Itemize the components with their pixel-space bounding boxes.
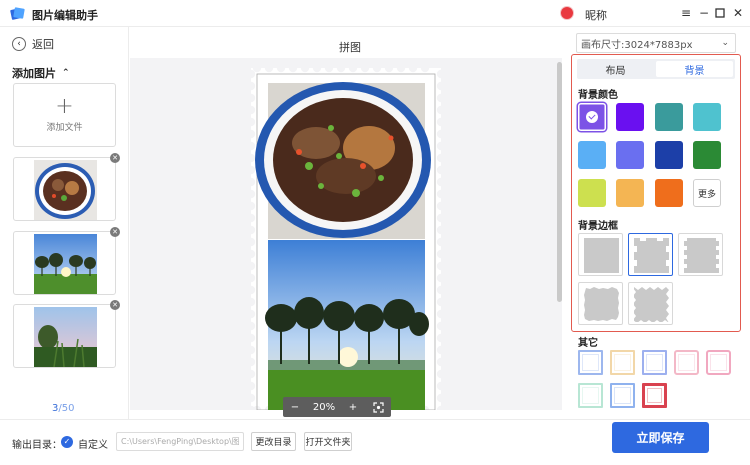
tab-background[interactable]: 背景	[656, 61, 733, 77]
change-dir-button[interactable]: 更改目录	[251, 432, 296, 451]
color-swatch[interactable]	[616, 179, 644, 207]
tab-layout[interactable]: 布局	[577, 59, 654, 79]
panel-divider	[128, 27, 129, 419]
menu-icon[interactable]: ≡	[678, 4, 694, 22]
add-file-label: 添加文件	[46, 123, 83, 133]
zoom-in-button[interactable]: +	[341, 402, 365, 413]
zoom-out-button[interactable]: −	[283, 402, 307, 413]
corn-field-thumbnail	[34, 307, 97, 367]
plus-icon: +	[55, 94, 74, 119]
app-title: 图片编辑助手	[32, 9, 98, 22]
settings-tabs: 布局 背景	[577, 59, 735, 79]
zoom-level: 20%	[312, 401, 336, 413]
remove-thumbnail-icon[interactable]: ✕	[110, 300, 120, 310]
frame-option[interactable]	[610, 350, 635, 375]
close-icon[interactable]: ✕	[730, 4, 746, 22]
chevron-up-icon: ⌃	[62, 68, 70, 78]
sunset-trees-photo	[265, 240, 429, 410]
color-swatch[interactable]	[578, 179, 606, 207]
zoom-toolbar: − 20% +	[283, 397, 391, 417]
open-folder-button[interactable]: 打开文件夹	[304, 432, 352, 451]
bottom-divider	[0, 419, 750, 420]
frame-option[interactable]	[578, 383, 603, 408]
food-bowl-photo	[255, 82, 431, 239]
border-option-rough[interactable]	[578, 282, 623, 325]
border-option-notched[interactable]	[628, 233, 673, 276]
food-bowl-thumbnail	[34, 160, 97, 220]
page-counter: 3/50	[52, 403, 74, 414]
bg-border-title: 背景边框	[578, 221, 618, 232]
border-option-jagged[interactable]	[678, 233, 723, 276]
selected-check-icon	[586, 111, 598, 123]
canvas-size-value: 画布尺寸:3024*7883px	[581, 39, 693, 51]
add-file-button[interactable]: + 添加文件	[13, 83, 116, 147]
color-swatch[interactable]	[578, 103, 606, 131]
page-total: /50	[58, 403, 75, 414]
chevron-left-icon: ‹	[12, 37, 26, 51]
sunset-trees-thumbnail	[34, 234, 97, 294]
stamp-border	[246, 63, 446, 415]
other-title: 其它	[578, 338, 598, 349]
thumbnail-item[interactable]: ✕	[13, 300, 120, 368]
add-images-section-toggle[interactable]: 添加图片 ⌃	[12, 65, 70, 81]
frame-option[interactable]	[578, 350, 603, 375]
color-swatch[interactable]	[616, 103, 644, 131]
color-swatch[interactable]	[693, 103, 721, 131]
color-swatch[interactable]	[655, 103, 683, 131]
frame-option[interactable]	[610, 383, 635, 408]
more-colors-button[interactable]: 更多	[693, 179, 721, 207]
border-option-zigzag[interactable]	[628, 282, 673, 325]
user-avatar[interactable]	[560, 6, 574, 20]
maximize-icon[interactable]	[712, 4, 728, 22]
custom-label: 自定义	[78, 440, 108, 451]
color-swatch[interactable]	[616, 141, 644, 169]
title-bar: 图片编辑助手 昵称 ≡ − ✕	[0, 0, 750, 27]
output-path-input[interactable]	[116, 432, 244, 451]
frame-option[interactable]	[706, 350, 731, 375]
frame-option[interactable]	[674, 350, 699, 375]
color-swatch[interactable]	[578, 141, 606, 169]
output-dir-label: 输出目录：	[12, 440, 62, 451]
remove-thumbnail-icon[interactable]: ✕	[110, 227, 120, 237]
frame-option[interactable]	[642, 383, 667, 408]
canvas-scrollbar[interactable]	[557, 62, 562, 302]
canvas-title: 拼图	[339, 41, 361, 54]
frame-option[interactable]	[642, 350, 667, 375]
canvas-size-select[interactable]: 画布尺寸:3024*7883px ⌄	[576, 33, 736, 53]
user-name[interactable]: 昵称	[585, 7, 607, 23]
fit-screen-icon[interactable]	[365, 401, 391, 413]
color-swatch[interactable]	[655, 141, 683, 169]
thumbnail-item[interactable]: ✕	[13, 227, 120, 295]
save-now-button[interactable]: 立即保存	[612, 422, 709, 453]
bg-color-title: 背景颜色	[578, 90, 618, 101]
thumbnail-item[interactable]: ✕	[13, 153, 120, 221]
minimize-icon[interactable]: −	[696, 4, 712, 22]
add-images-label: 添加图片	[12, 67, 56, 80]
custom-checkbox-icon[interactable]: ✓	[61, 436, 73, 448]
remove-thumbnail-icon[interactable]: ✕	[110, 153, 120, 163]
back-button[interactable]: ‹ 返回	[12, 36, 54, 52]
color-swatch[interactable]	[655, 179, 683, 207]
border-option-none[interactable]	[578, 233, 623, 276]
color-swatch[interactable]	[693, 141, 721, 169]
app-logo-icon	[10, 7, 25, 20]
chevron-down-icon: ⌄	[721, 38, 729, 48]
collage-canvas[interactable]	[246, 63, 446, 415]
back-label: 返回	[32, 38, 54, 51]
